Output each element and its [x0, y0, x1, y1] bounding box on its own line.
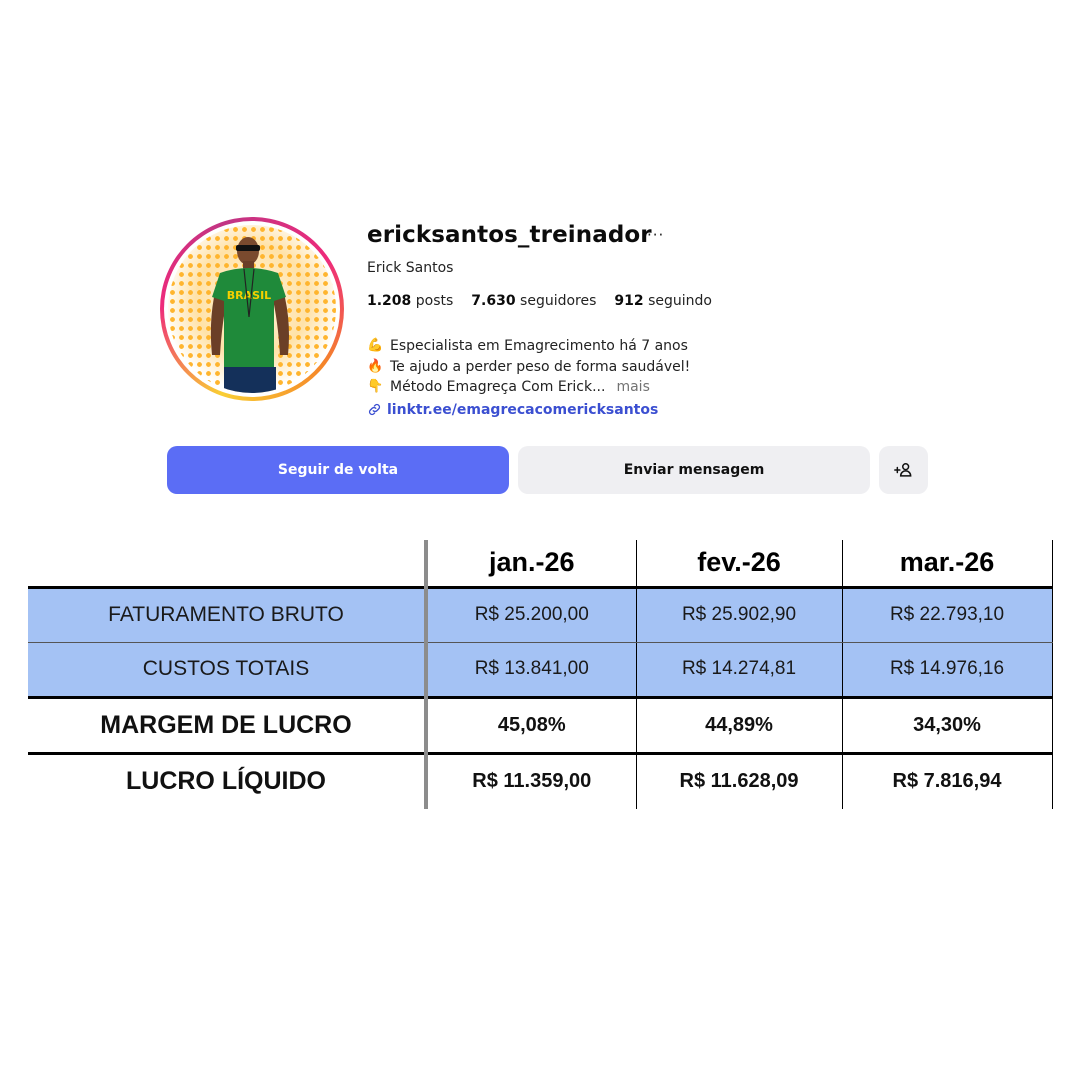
bio-more-link[interactable]: mais: [616, 377, 649, 398]
bio-text: Método Emagreça Com Erick...: [390, 379, 606, 395]
table-cell: R$ 11.628,09: [635, 753, 843, 809]
avatar: BRASIL: [168, 225, 336, 393]
table-header-fev: fev.-26: [635, 540, 843, 587]
table-cell: R$ 13.841,00: [424, 642, 637, 699]
avatar-person-illustration: BRASIL: [210, 237, 289, 393]
avatar-frame: BRASIL: [164, 221, 340, 397]
table-cell: 44,89%: [635, 697, 843, 755]
profile-stats: 1.208 posts 7.630 seguidores 912 seguind…: [367, 293, 712, 309]
table-cell: R$ 25.902,90: [635, 585, 843, 643]
flexed-biceps-icon: 💪: [367, 338, 384, 353]
profile-avatar-ring[interactable]: BRASIL: [160, 217, 344, 401]
more-horizontal-icon[interactable]: ···: [647, 226, 664, 244]
link-icon: [367, 402, 382, 417]
send-message-button[interactable]: Enviar mensagem: [518, 446, 870, 494]
avatar-shirt-text: BRASIL: [227, 289, 271, 302]
following-stat[interactable]: 912 seguindo: [614, 293, 712, 309]
table-row: CUSTOS TOTAIS R$ 13.841,00 R$ 14.274,81 …: [28, 642, 1053, 699]
add-user-icon: [893, 463, 911, 477]
table-row: LUCRO LÍQUIDO R$ 11.359,00 R$ 11.628,09 …: [28, 753, 1053, 809]
row-label: CUSTOS TOTAIS: [28, 642, 427, 699]
profile-username: ericksantos_treinador: [367, 222, 652, 248]
row-label: FATURAMENTO BRUTO: [28, 585, 427, 643]
table-cell: R$ 22.793,10: [841, 585, 1053, 643]
financial-table: jan.-26 fev.-26 mar.-26 FATURAMENTO BRUT…: [28, 540, 1053, 809]
table-header-mar: mar.-26: [841, 540, 1053, 587]
pointing-down-icon: 👇: [367, 379, 384, 394]
add-user-button[interactable]: [879, 446, 928, 494]
table-cell: 34,30%: [841, 697, 1053, 755]
bio-text: Te ajudo a perder peso de forma saudável…: [390, 358, 691, 375]
table-cell: R$ 11.359,00: [424, 753, 637, 809]
table-cell: 45,08%: [424, 697, 637, 755]
table-header-blank: [28, 540, 427, 587]
table-header-jan: jan.-26: [424, 540, 637, 587]
table-row: FATURAMENTO BRUTO R$ 25.200,00 R$ 25.902…: [28, 585, 1053, 643]
followers-stat[interactable]: 7.630 seguidores: [471, 293, 596, 309]
profile-display-name: Erick Santos: [367, 260, 454, 276]
bio-line: 💪 Especialista em Emagrecimento há 7 ano…: [367, 336, 690, 357]
profile-bio: 💪 Especialista em Emagrecimento há 7 ano…: [367, 336, 690, 420]
fire-icon: 🔥: [367, 358, 384, 374]
row-label: MARGEM DE LUCRO: [28, 697, 427, 755]
follow-back-button[interactable]: Seguir de volta: [167, 446, 509, 494]
table-cell: R$ 14.976,16: [841, 642, 1053, 699]
bio-line: 🔥 Te ajudo a perder peso de forma saudáv…: [367, 357, 690, 378]
table-header-row: jan.-26 fev.-26 mar.-26: [28, 540, 1053, 587]
bio-text: Especialista em Emagrecimento há 7 anos: [390, 338, 688, 354]
row-label: LUCRO LÍQUIDO: [28, 753, 427, 809]
table-cell: R$ 7.816,94: [841, 753, 1053, 809]
posts-stat[interactable]: 1.208 posts: [367, 293, 453, 309]
bio-line: 👇 Método Emagreça Com Erick... mais: [367, 377, 690, 398]
table-cell: R$ 25.200,00: [424, 585, 637, 643]
profile-link[interactable]: linktr.ee/emagrecacomericksantos: [367, 400, 690, 421]
profile-link-text: linktr.ee/emagrecacomericksantos: [387, 401, 659, 418]
table-row: MARGEM DE LUCRO 45,08% 44,89% 34,30%: [28, 697, 1053, 755]
table-cell: R$ 14.274,81: [635, 642, 843, 699]
